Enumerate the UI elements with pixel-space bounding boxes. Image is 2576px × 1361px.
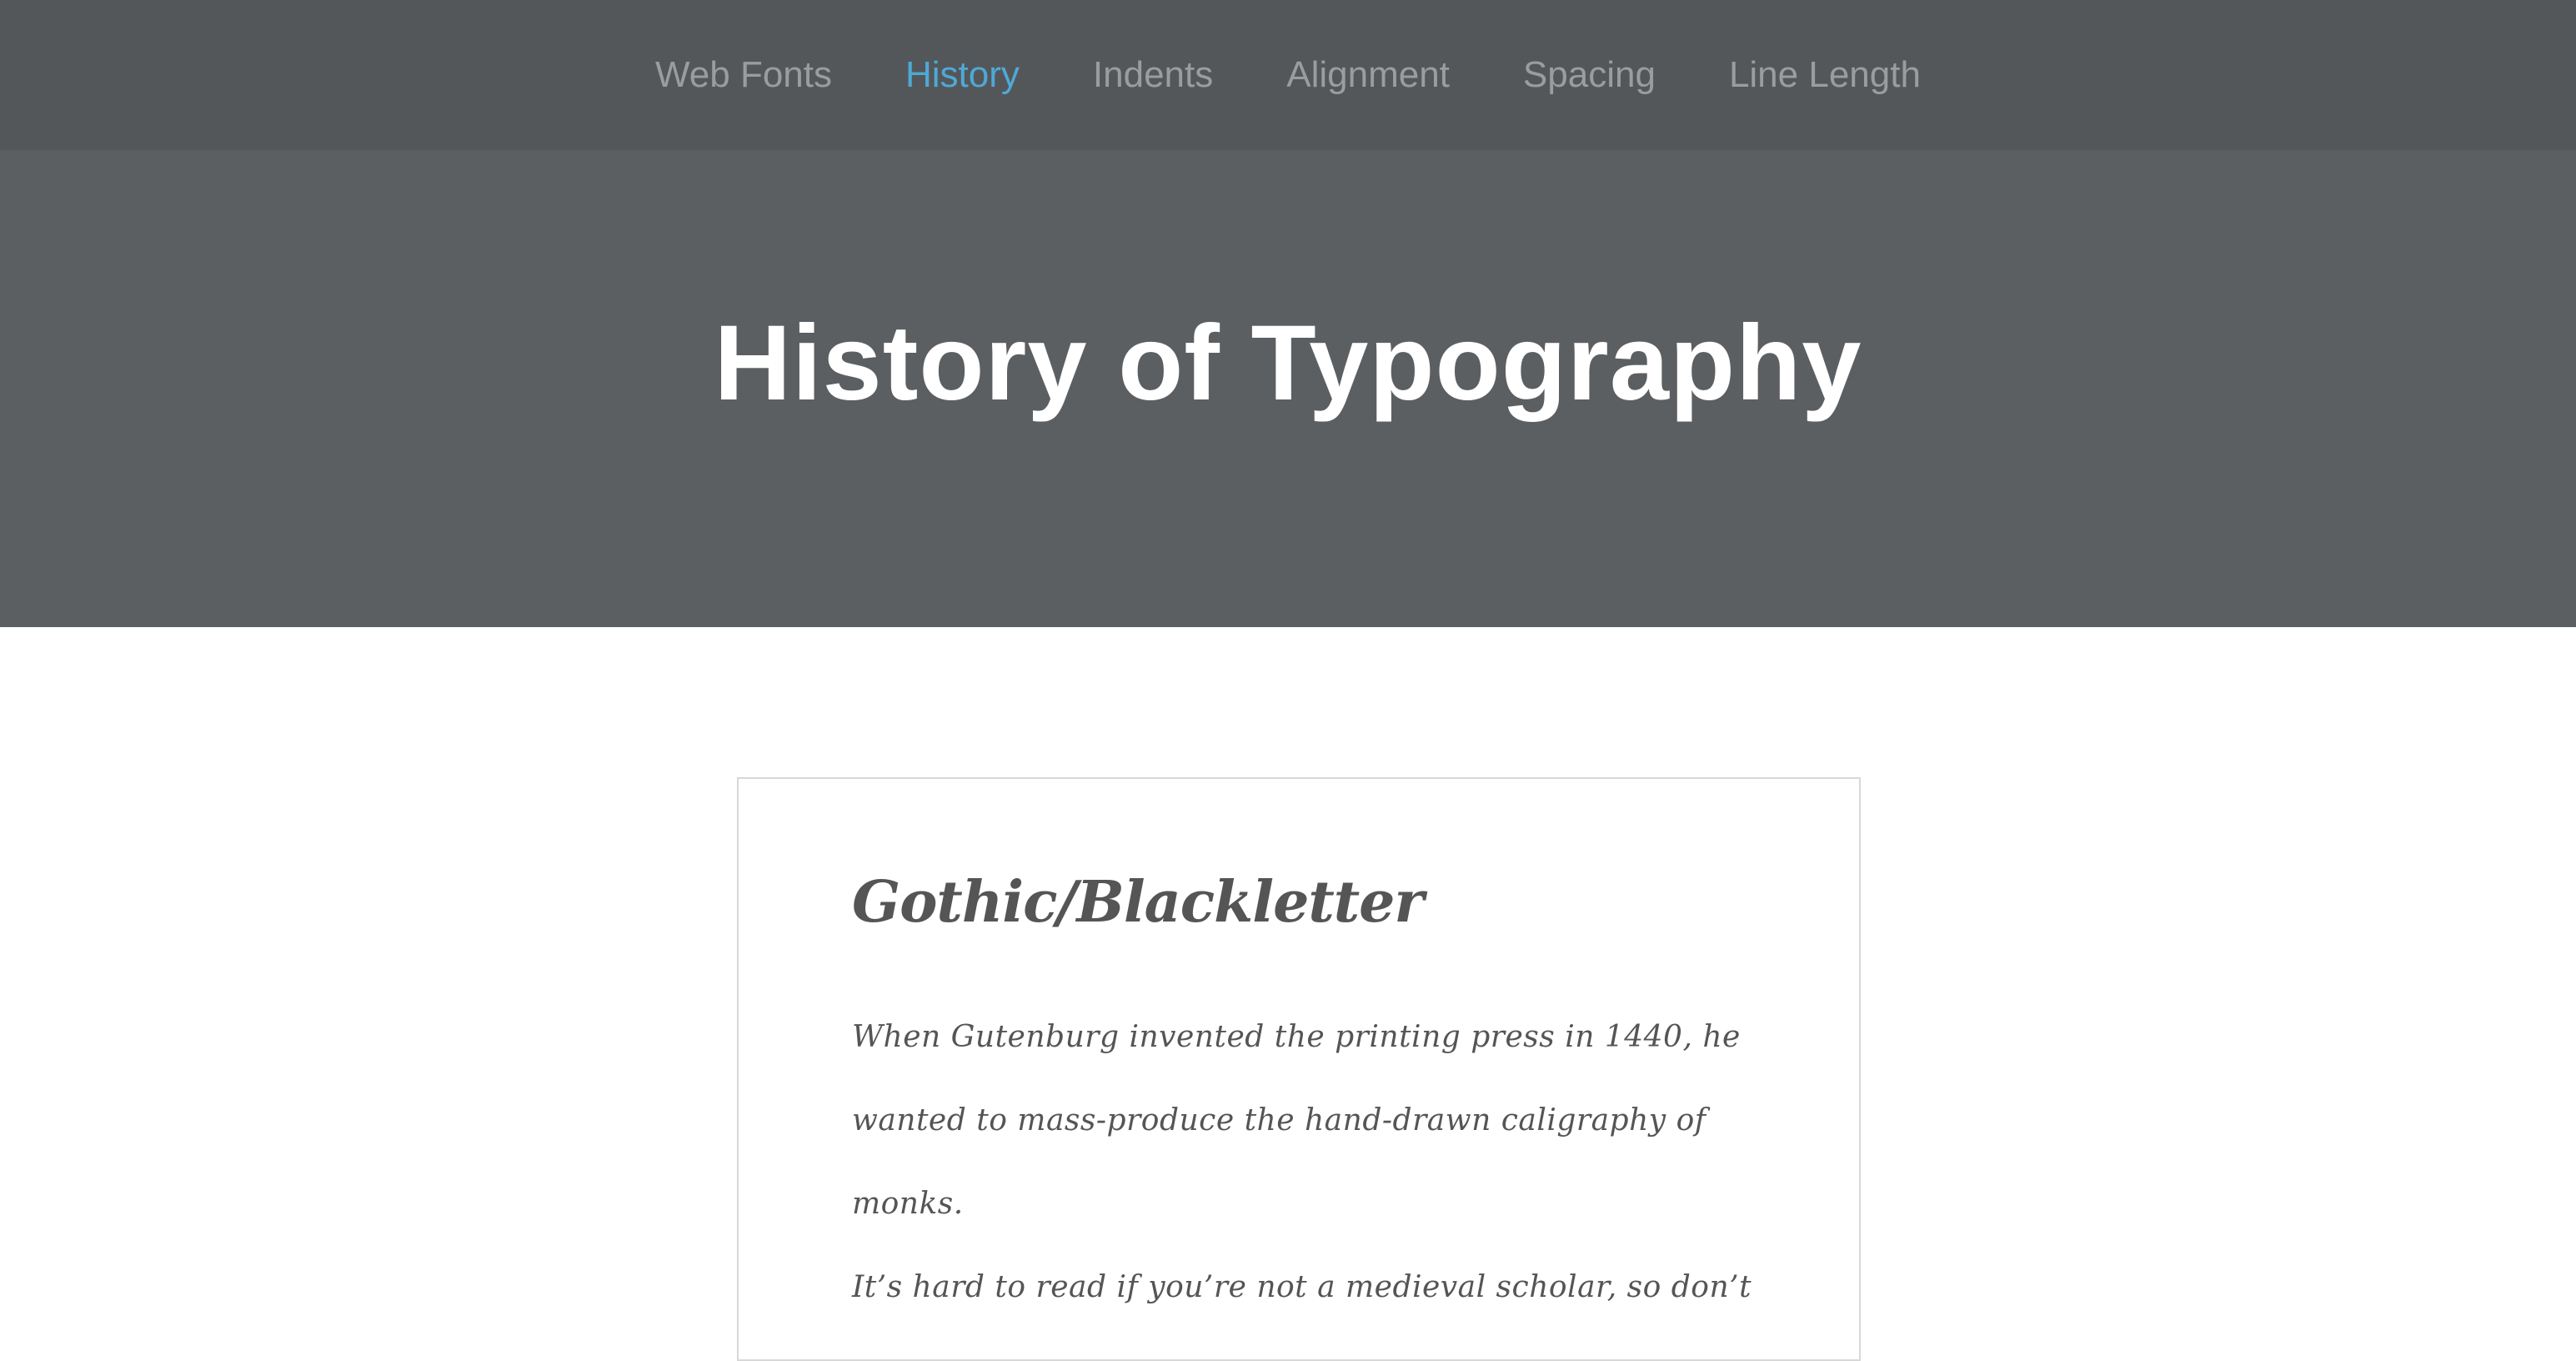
main-content: Gothic/Blackletter When Gutenburg invent… <box>0 627 2576 1361</box>
body-line-2: wanted to mass-produce the hand-drawn ca… <box>852 1103 1706 1221</box>
page-title: History of Typography <box>714 304 1862 423</box>
hero-banner: History of Typography <box>0 150 2576 627</box>
nav-indents[interactable]: Indents <box>1093 54 1213 96</box>
section-heading: Gothic/Blackletter <box>852 869 1424 936</box>
top-navigation: Web Fonts History Indents Alignment Spac… <box>0 0 2576 150</box>
nav-web-fonts[interactable]: Web Fonts <box>655 54 832 96</box>
body-line-1: When Gutenburg invented the printing pre… <box>852 1020 1741 1054</box>
gothic-blackletter-card: Gothic/Blackletter When Gutenburg invent… <box>737 777 1861 1361</box>
nav-spacing[interactable]: Spacing <box>1523 54 1656 96</box>
body-line-3: It’s hard to read if you’re not a mediev… <box>852 1270 1752 1304</box>
nav-history[interactable]: History <box>905 54 1020 96</box>
nav-line-length[interactable]: Line Length <box>1729 54 1921 96</box>
nav-alignment[interactable]: Alignment <box>1286 54 1450 96</box>
section-body-text: When Gutenburg invented the printing pre… <box>852 996 1777 1329</box>
